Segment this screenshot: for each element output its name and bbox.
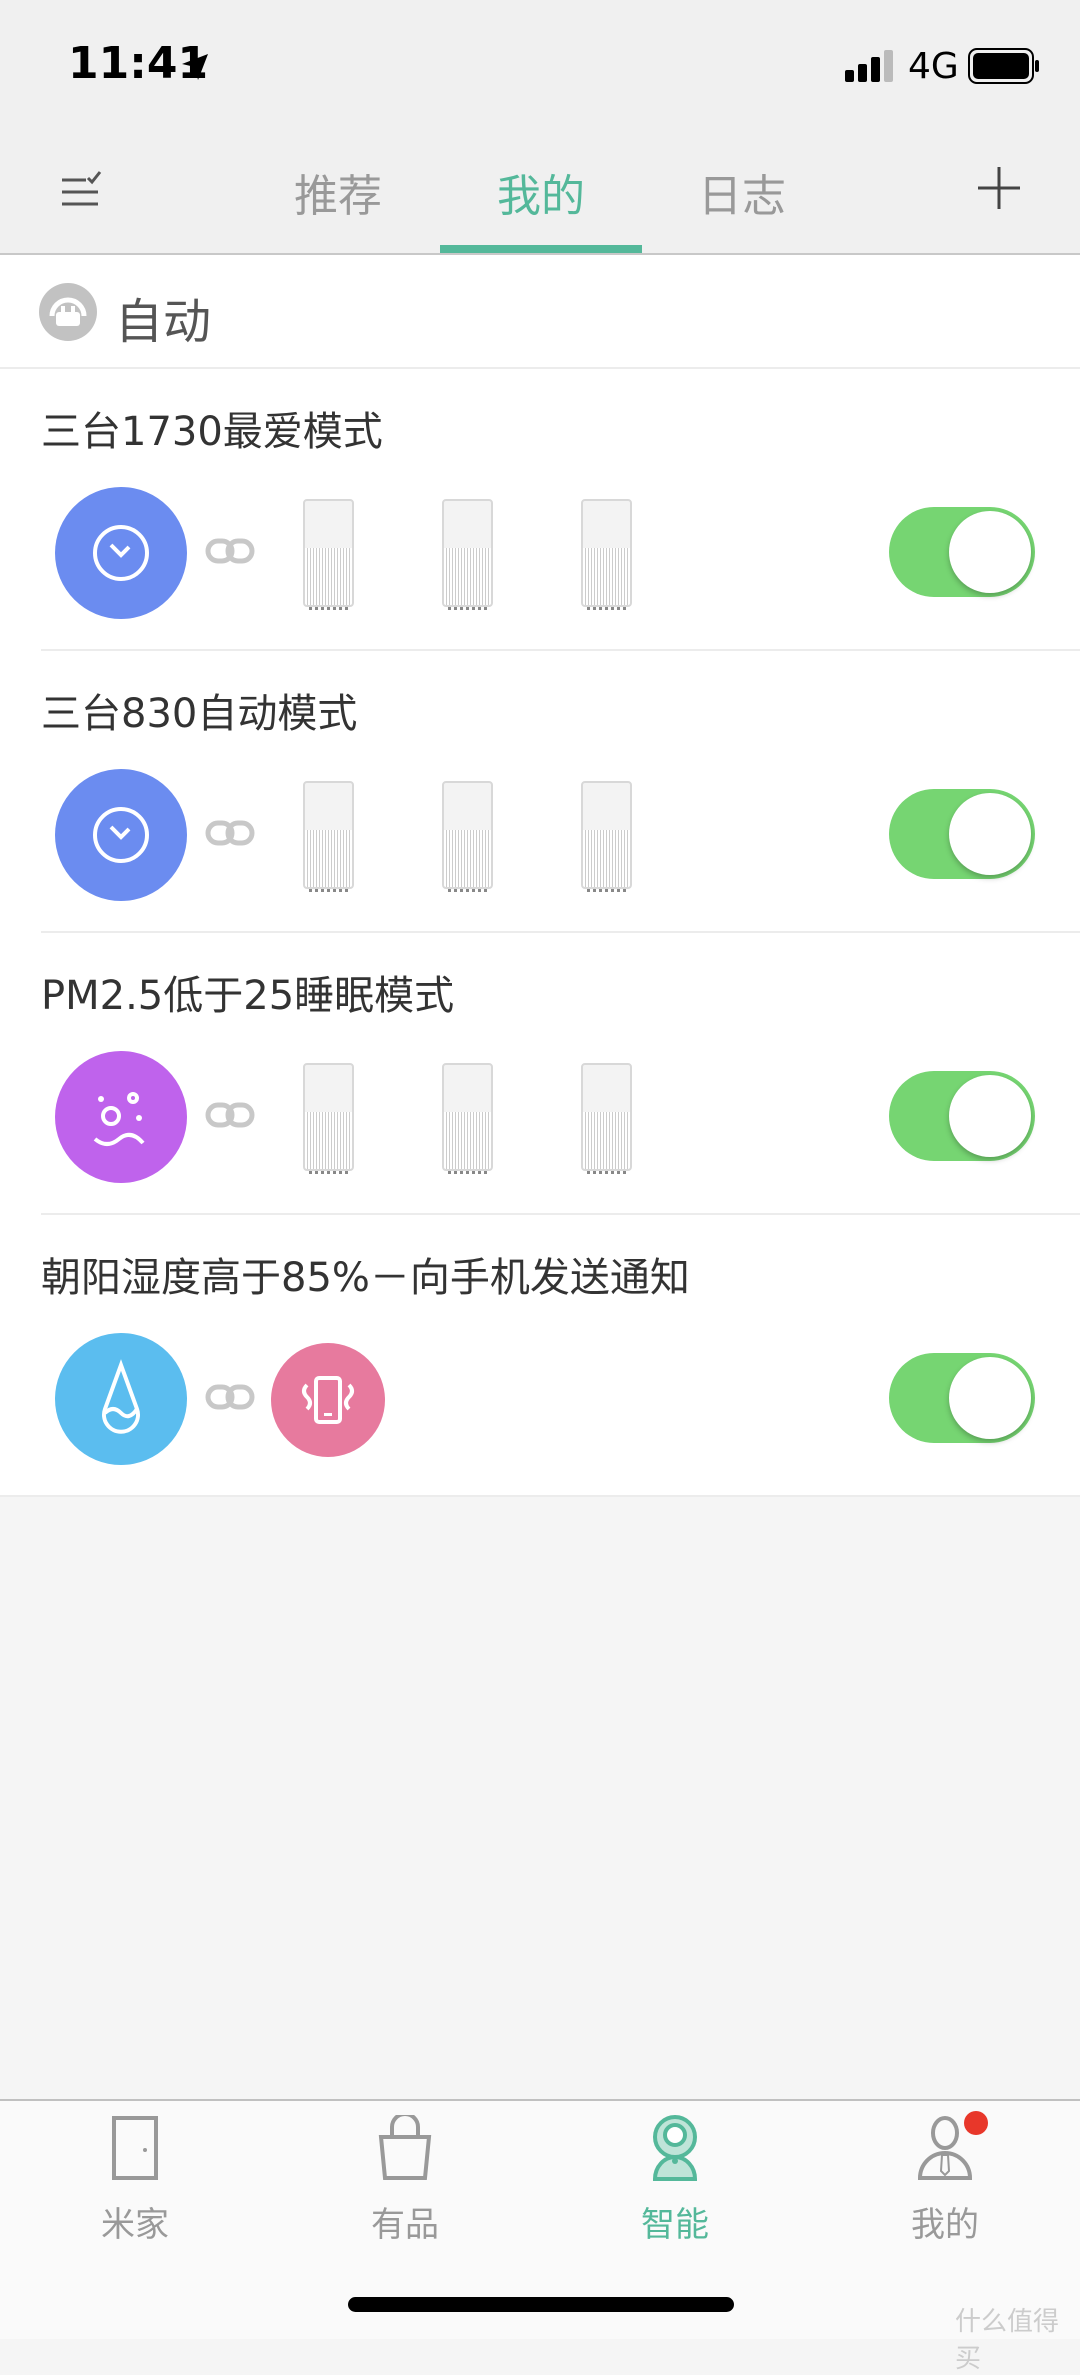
scene-toggle[interactable] bbox=[889, 1353, 1035, 1443]
tab-log[interactable]: 日志 bbox=[642, 160, 842, 224]
clock-icon bbox=[93, 807, 149, 863]
air-purifier-icon bbox=[442, 1063, 493, 1174]
scene-title: 三台1730最爱模式 bbox=[41, 409, 383, 455]
toggle-knob bbox=[949, 1357, 1031, 1439]
clock-icon bbox=[93, 525, 149, 581]
battery-icon bbox=[968, 48, 1039, 84]
section-title: 自动 bbox=[115, 294, 212, 350]
tab-youpin[interactable]: 有品 bbox=[270, 2101, 540, 2251]
checklist-icon[interactable] bbox=[60, 170, 104, 210]
toggle-knob bbox=[949, 511, 1031, 593]
tab-mijia[interactable]: 米家 bbox=[0, 2101, 270, 2251]
trigger-badge bbox=[55, 1051, 187, 1183]
active-tab-indicator bbox=[440, 245, 642, 253]
tab-mine[interactable]: 我的 bbox=[441, 160, 641, 224]
trigger-badge bbox=[55, 487, 187, 619]
scene-card[interactable]: 三台830自动模式 bbox=[0, 651, 1080, 933]
tab-recommend[interactable]: 推荐 bbox=[238, 160, 438, 224]
scene-toggle[interactable] bbox=[889, 507, 1035, 597]
link-icon bbox=[205, 820, 255, 846]
pm25-icon bbox=[93, 1092, 145, 1146]
trigger-badge bbox=[55, 1333, 187, 1465]
scene-card[interactable]: 朝阳湿度高于85%－向手机发送通知 bbox=[0, 1215, 1080, 1497]
scene-title: PM2.5低于25睡眠模式 bbox=[41, 973, 455, 1019]
air-purifier-icon bbox=[581, 1063, 632, 1174]
tab-label: 有品 bbox=[371, 2205, 439, 2245]
air-purifier-icon bbox=[442, 499, 493, 610]
bottom-tab-bar: 米家 有品 智能 我的 什么值得买 bbox=[0, 2099, 1080, 2374]
tab-label: 米家 bbox=[101, 2205, 169, 2245]
network-type: 4G bbox=[908, 46, 959, 87]
door-icon bbox=[112, 2116, 158, 2180]
link-icon bbox=[205, 538, 255, 564]
watermark: 什么值得买 bbox=[955, 2307, 1060, 2374]
tab-label: 智能 bbox=[641, 2205, 709, 2245]
scene-toggle[interactable] bbox=[889, 1071, 1035, 1161]
air-purifier-icon bbox=[303, 1063, 354, 1174]
phone-vibrate-icon bbox=[302, 1376, 354, 1424]
air-purifier-icon bbox=[303, 499, 354, 610]
status-bar: 11:41 4G bbox=[0, 0, 1080, 135]
humidity-drop-icon bbox=[102, 1359, 140, 1434]
camera-icon bbox=[652, 2115, 698, 2181]
divider bbox=[0, 1495, 1080, 1497]
tab-profile[interactable]: 我的 bbox=[810, 2101, 1080, 2251]
scene-card[interactable]: 三台1730最爱模式 bbox=[0, 369, 1080, 651]
scene-title: 三台830自动模式 bbox=[41, 691, 358, 737]
signal-icon bbox=[845, 50, 893, 82]
scene-toggle[interactable] bbox=[889, 789, 1035, 879]
home-indicator bbox=[348, 2297, 734, 2312]
location-arrow-icon bbox=[182, 54, 208, 80]
link-icon bbox=[205, 1384, 255, 1410]
tab-label: 我的 bbox=[911, 2205, 979, 2245]
trigger-badge bbox=[55, 769, 187, 901]
air-purifier-icon bbox=[303, 781, 354, 892]
bag-icon bbox=[378, 2115, 432, 2180]
top-nav: 推荐 我的 日志 bbox=[0, 135, 1080, 255]
air-purifier-icon bbox=[442, 781, 493, 892]
automation-icon bbox=[39, 283, 97, 341]
notification-badge bbox=[964, 2111, 988, 2135]
toggle-knob bbox=[949, 1075, 1031, 1157]
air-purifier-icon bbox=[581, 499, 632, 610]
link-icon bbox=[205, 1102, 255, 1128]
scene-card[interactable]: PM2.5低于25睡眠模式 bbox=[0, 933, 1080, 1215]
phone-notification-badge bbox=[271, 1343, 385, 1457]
plus-icon[interactable] bbox=[976, 165, 1022, 211]
section-header: 自动 bbox=[0, 255, 1080, 369]
air-purifier-icon bbox=[581, 781, 632, 892]
scene-title: 朝阳湿度高于85%－向手机发送通知 bbox=[41, 1255, 690, 1301]
tab-smart[interactable]: 智能 bbox=[540, 2101, 810, 2251]
toggle-knob bbox=[949, 793, 1031, 875]
